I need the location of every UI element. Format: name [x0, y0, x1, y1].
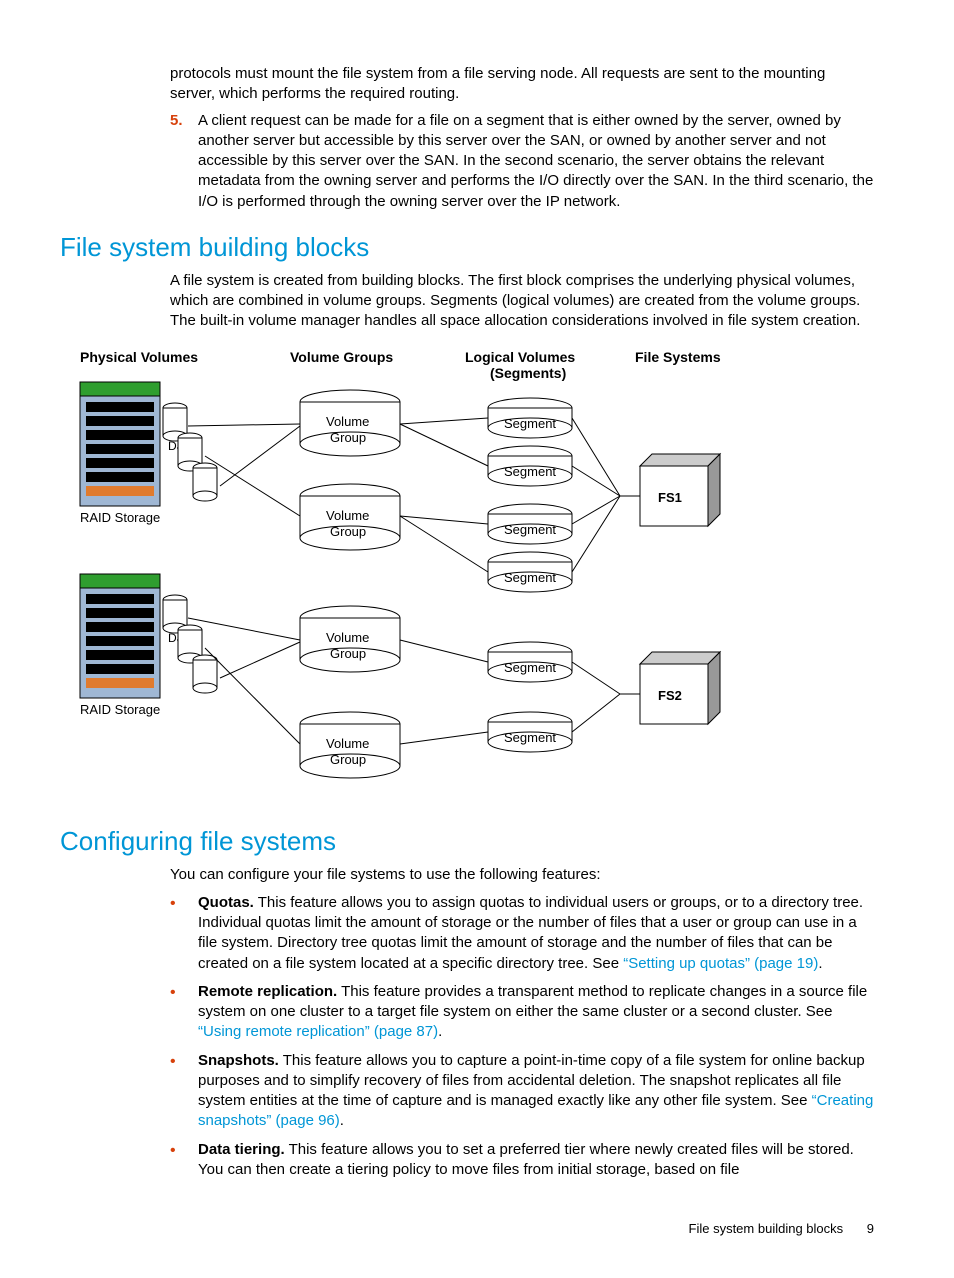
feature-quotas: • Quotas. This feature allows you to ass…	[170, 893, 874, 974]
segment-5: Segment	[488, 642, 572, 682]
svg-text:FS1: FS1	[658, 490, 682, 505]
footer-title: File system building blocks	[689, 1221, 844, 1236]
feature-tiering-text: This feature allows you to set a preferr…	[198, 1141, 854, 1178]
col-volume-groups: Volume Groups	[290, 349, 393, 365]
col-logical-volumes-line2: (Segments)	[490, 365, 566, 381]
data-cylinder-bottom-3	[193, 655, 217, 693]
feature-snapshots-title: Snapshots.	[198, 1052, 279, 1069]
data-cylinder-top-3	[193, 463, 217, 501]
feature-data-tiering: • Data tiering. This feature allows you …	[170, 1140, 874, 1181]
svg-text:Group: Group	[330, 752, 366, 767]
feature-snapshots-text: This feature allows you to capture a poi…	[198, 1052, 865, 1110]
fs1-cube: FS1	[640, 454, 720, 526]
footer-page-number: 9	[867, 1221, 874, 1236]
numbered-item-5-text: A client request can be made for a file …	[198, 111, 874, 212]
raid-storage-top-icon	[80, 382, 160, 506]
top-paragraph-continuation: protocols must mount the file system fro…	[170, 64, 874, 105]
svg-text:Segment: Segment	[504, 730, 556, 745]
volume-group-4: Volume Group	[300, 712, 400, 778]
svg-text:Segment: Segment	[504, 570, 556, 585]
segment-3: Segment	[488, 504, 572, 544]
feature-tiering-title: Data tiering.	[198, 1141, 285, 1158]
segment-2: Segment	[488, 446, 572, 486]
svg-text:Volume: Volume	[326, 630, 369, 645]
col-physical-volumes: Physical Volumes	[80, 349, 198, 365]
raid-storage-bottom-label: RAID Storage	[80, 702, 160, 717]
svg-text:Volume: Volume	[326, 414, 369, 429]
list-number-5: 5.	[170, 111, 198, 212]
segment-6: Segment	[488, 712, 572, 752]
segment-1: Segment	[488, 398, 572, 438]
raid-storage-top-label: RAID Storage	[80, 510, 160, 525]
svg-text:FS2: FS2	[658, 688, 682, 703]
feature-remote-replication: • Remote replication. This feature provi…	[170, 982, 874, 1043]
svg-text:Segment: Segment	[504, 660, 556, 675]
svg-text:Group: Group	[330, 430, 366, 445]
svg-text:Segment: Segment	[504, 522, 556, 537]
feature-list: • Quotas. This feature allows you to ass…	[170, 893, 874, 1180]
svg-text:Segment: Segment	[504, 416, 556, 431]
svg-text:Segment: Segment	[504, 464, 556, 479]
feature-quotas-title: Quotas.	[198, 894, 254, 911]
bullet-icon: •	[170, 1140, 198, 1181]
col-logical-volumes-line1: Logical Volumes	[465, 349, 575, 365]
svg-text:Volume: Volume	[326, 736, 369, 751]
heading-configuring-file-systems: Configuring file systems	[60, 824, 894, 859]
segment-4: Segment	[488, 552, 572, 592]
heading-file-system-building-blocks: File system building blocks	[60, 230, 894, 265]
feature-remote-title: Remote replication.	[198, 983, 337, 1000]
svg-text:Group: Group	[330, 524, 366, 539]
fs2-cube: FS2	[640, 652, 720, 724]
fsbb-diagram: Physical Volumes Volume Groups Logical V…	[60, 346, 894, 806]
volume-group-3: Volume Group	[300, 606, 400, 672]
link-using-remote-replication[interactable]: “Using remote replication” (page 87)	[198, 1023, 438, 1040]
volume-group-1: Volume Group	[300, 390, 400, 456]
svg-text:Group: Group	[330, 646, 366, 661]
svg-text:Volume: Volume	[326, 508, 369, 523]
page-footer: File system building blocks 9	[60, 1220, 894, 1238]
bullet-icon: •	[170, 1051, 198, 1132]
feature-snapshots: • Snapshots. This feature allows you to …	[170, 1051, 874, 1132]
fsbb-paragraph: A file system is created from building b…	[170, 271, 874, 332]
col-file-systems: File Systems	[635, 349, 721, 365]
volume-group-2: Volume Group	[300, 484, 400, 550]
bullet-icon: •	[170, 893, 198, 974]
bullet-icon: •	[170, 982, 198, 1043]
numbered-item-5: 5. A client request can be made for a fi…	[170, 111, 874, 212]
link-setting-up-quotas[interactable]: “Setting up quotas” (page 19)	[623, 955, 818, 972]
cfg-intro: You can configure your file systems to u…	[170, 865, 874, 885]
raid-storage-bottom-icon	[80, 574, 160, 698]
